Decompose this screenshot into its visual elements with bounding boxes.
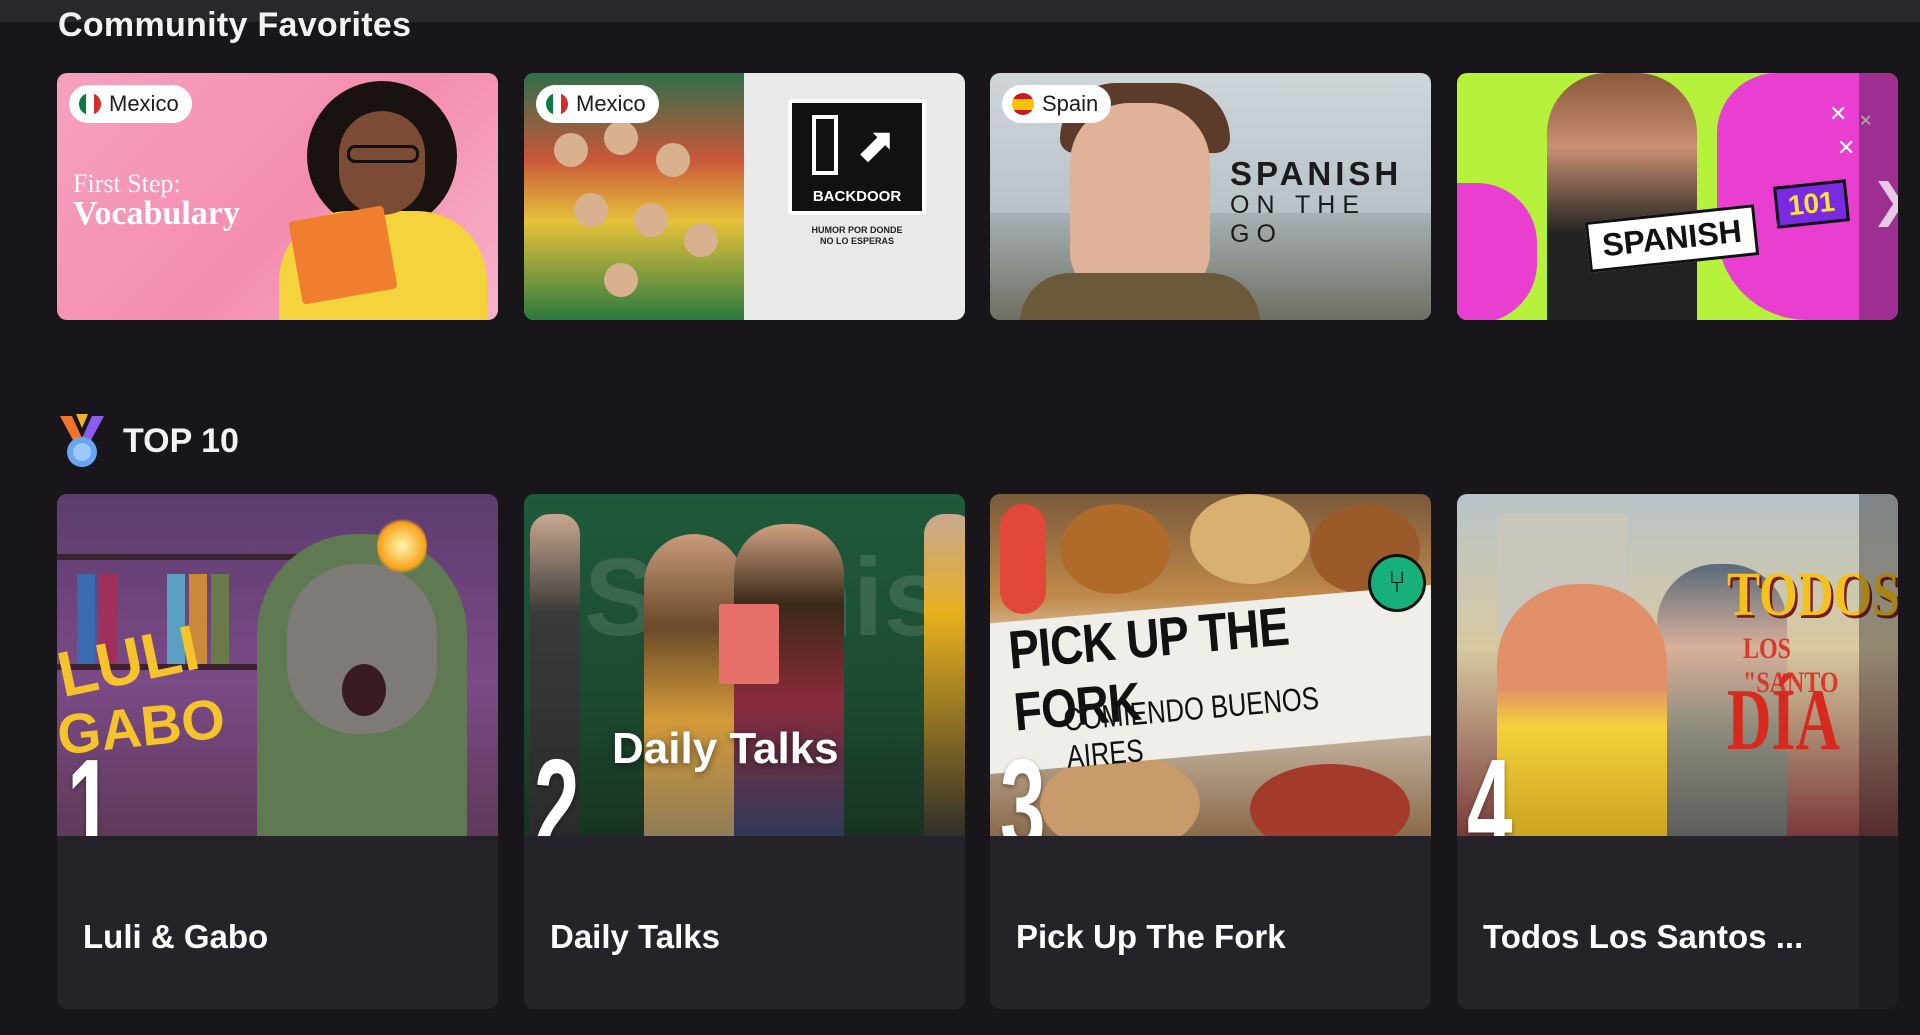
chevron-right-icon[interactable]: ❯ <box>1871 173 1898 227</box>
thumbnail-tagline: HUMOR POR DONDE NO LO ESPERAS <box>811 225 903 246</box>
favorite-card-backdoor[interactable]: ⬈ BACKDOOR HUMOR POR DONDE NO LO ESPERAS… <box>524 73 965 320</box>
country-label: Spain <box>1042 91 1099 116</box>
thumbnail: LULI GABO 1 <box>57 494 498 836</box>
thumbnail-art <box>1020 273 1260 320</box>
section-title-top-10: TOP 10 <box>123 422 239 460</box>
country-badge: Mexico <box>536 85 659 123</box>
thumbnail-art <box>347 145 419 163</box>
sparkle-icon: ✕ <box>1837 135 1856 160</box>
spain-flag-icon <box>1012 93 1034 115</box>
thumbnail-text: Vocabulary <box>73 195 240 232</box>
thumbnail-art <box>1000 504 1046 614</box>
country-badge: Spain <box>1002 85 1112 123</box>
thumbnail-art <box>644 534 744 836</box>
thumbnail-text: BACKDOOR <box>812 188 902 205</box>
thumbnail-art <box>1060 504 1170 594</box>
backdoor-logo: ⬈ BACKDOOR <box>788 99 926 215</box>
thumbnail-art <box>377 516 427 576</box>
show-title: Luli & Gabo <box>83 918 269 955</box>
thumbnail-art <box>339 111 425 215</box>
scroll-fade <box>1859 494 1898 1009</box>
top10-card-luli-gabo[interactable]: LULI GABO 1 Luli & Gabo <box>57 494 498 1009</box>
mexico-flag-icon <box>546 93 568 115</box>
favorite-card-first-step-vocabulary[interactable]: First Step: Vocabulary Mexico <box>57 73 498 320</box>
top10-card-daily-talks[interactable]: Spanish Daily Talks 2 Daily Talks <box>524 494 965 1009</box>
thumbnail-art <box>924 514 965 836</box>
show-title: Pick Up The Fork <box>1016 918 1286 955</box>
fork-icon: ⑂ <box>1368 554 1426 612</box>
thumbnail-text: 101 <box>1773 179 1850 229</box>
country-label: Mexico <box>576 91 646 116</box>
thumbnail: TODOS LOS "SANTO DÍA 4 <box>1457 494 1898 836</box>
section-title-community-favorites: Community Favorites <box>58 6 412 44</box>
thumbnail-art <box>1070 103 1210 293</box>
thumbnail-art <box>1190 494 1310 584</box>
door-icon <box>812 115 838 175</box>
top-10-row: LULI GABO 1 Luli & Gabo Spanish Daily Ta… <box>57 494 1898 1009</box>
show-title: Todos Los Santos ... <box>1483 918 1804 955</box>
thumbnail-art <box>57 554 307 560</box>
community-favorites-row: First Step: Vocabulary Mexico ⬈ BACKDOOR… <box>57 73 1898 320</box>
thumbnail-art <box>719 604 779 684</box>
rank-number: 2 <box>534 732 580 837</box>
running-man-icon: ⬈ <box>856 119 897 172</box>
thumbnail: Spanish Daily Talks 2 <box>524 494 965 836</box>
rank-number: 3 <box>1000 732 1046 837</box>
rank-number: 1 <box>67 732 113 837</box>
thumbnail: PICK UP THE FORK COMIENDO BUENOS AIRES ⑂… <box>990 494 1431 836</box>
country-badge: Mexico <box>69 85 192 123</box>
favorite-card-spanish-on-the-go[interactable]: SPANISH ON THE GO Spain <box>990 73 1431 320</box>
thumbnail-text: SPANISH <box>1230 155 1403 192</box>
show-title: Daily Talks <box>550 918 720 955</box>
mexico-flag-icon <box>79 93 101 115</box>
thumbnail-art <box>1250 764 1410 836</box>
sparkle-icon: ✕ <box>1829 101 1848 126</box>
favorite-card-spanish-101[interactable]: SPANISH 101 ✕ ✕ ✕ ❯ <box>1457 73 1898 320</box>
thumbnail-art <box>211 574 229 664</box>
thumbnail-art <box>1547 73 1697 320</box>
rank-number: 4 <box>1467 732 1513 837</box>
thumbnail-text: ON THE GO <box>1230 191 1366 248</box>
top10-card-todos-los-santos[interactable]: TODOS LOS "SANTO DÍA 4 Todos Los Santos … <box>1457 494 1898 1009</box>
thumbnail-text: DÍA <box>1727 672 1840 769</box>
top10-card-pick-up-the-fork[interactable]: PICK UP THE FORK COMIENDO BUENOS AIRES ⑂… <box>990 494 1431 1009</box>
thumbnail-art <box>1457 183 1537 320</box>
thumbnail-art <box>342 664 386 716</box>
thumbnail-art <box>1497 584 1667 836</box>
medal-icon <box>60 414 104 467</box>
thumbnail-text: Daily Talks <box>612 724 839 773</box>
country-label: Mexico <box>109 91 179 116</box>
thumbnail-art <box>288 205 398 305</box>
